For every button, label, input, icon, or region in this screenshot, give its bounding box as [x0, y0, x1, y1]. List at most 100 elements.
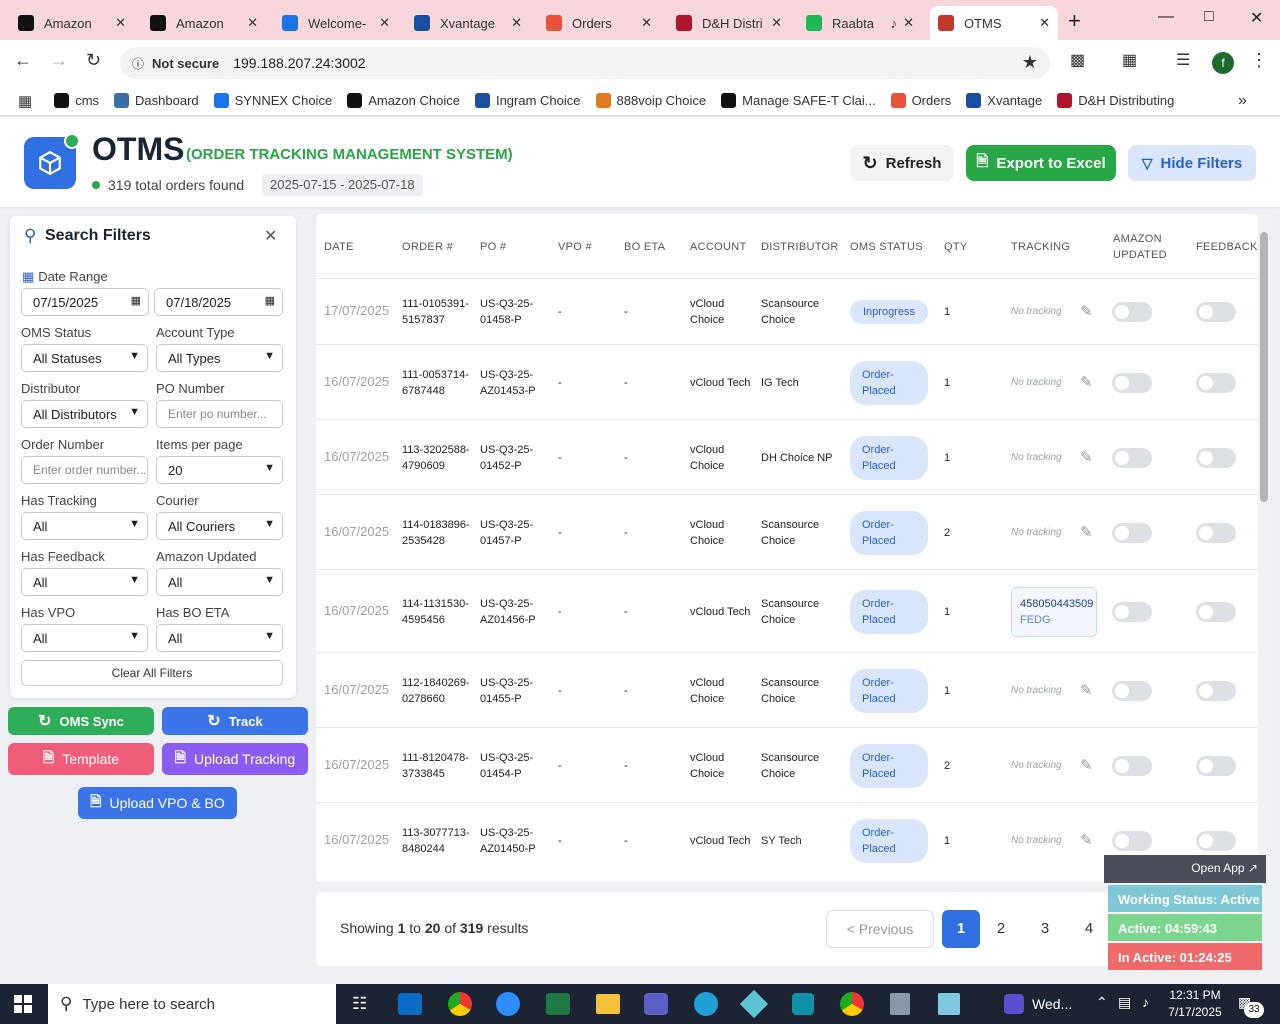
- restore-button[interactable]: □: [1204, 8, 1214, 26]
- column-header[interactable]: QTY: [944, 239, 968, 255]
- table-row[interactable]: 16/07/2025 114-0183896- 2535428 US-Q3-25- …: [316, 494, 1258, 569]
- close-tab-icon[interactable]: ✕: [771, 15, 782, 31]
- outlook-icon[interactable]: [398, 993, 422, 1015]
- bookmark-item[interactable]: Ingram Choice: [474, 93, 581, 108]
- table-row[interactable]: 16/07/2025 111-0053714- 6787448 US-Q3-25- …: [316, 344, 1258, 419]
- column-header[interactable]: VPO #: [558, 239, 592, 255]
- edit-tracking-icon[interactable]: ✎: [1080, 373, 1093, 391]
- page-button[interactable]: 2: [982, 910, 1020, 948]
- scrollbar[interactable]: [1258, 216, 1270, 882]
- distributor-select[interactable]: All Distributors ▼: [21, 400, 148, 428]
- file-explorer-icon[interactable]: [596, 994, 620, 1014]
- amazon-updated-toggle[interactable]: [1112, 302, 1152, 322]
- feedback-toggle[interactable]: [1196, 522, 1236, 543]
- calculator-icon[interactable]: [890, 993, 910, 1015]
- oms-status-select[interactable]: All Statuses ▼: [21, 344, 148, 372]
- browser-tab[interactable]: Xvantage ✕: [406, 6, 530, 40]
- bookmark-item[interactable]: D&H Distributing: [1057, 93, 1174, 108]
- bookmark-item[interactable]: SYNNEX Choice: [213, 93, 332, 108]
- amazon-updated-toggle[interactable]: [1112, 447, 1152, 468]
- page-button[interactable]: 3: [1026, 910, 1064, 948]
- date-to-input[interactable]: 07/18/2025 ▦: [154, 288, 283, 316]
- order-number-input[interactable]: Enter order number...: [21, 456, 148, 484]
- cast-icon[interactable]: ▦: [1122, 50, 1137, 70]
- page-button[interactable]: 4: [1070, 910, 1108, 948]
- close-tab-icon[interactable]: ✕: [1039, 15, 1050, 31]
- date-from-input[interactable]: 07/15/2025 ▦: [21, 288, 149, 316]
- reload-icon[interactable]: ↻: [86, 50, 101, 71]
- bookmark-star-icon[interactable]: ★: [1022, 52, 1038, 73]
- has-bo-eta-select[interactable]: All ▼: [156, 624, 283, 652]
- back-icon[interactable]: ←: [14, 50, 32, 71]
- chrome-icon[interactable]: [840, 992, 864, 1016]
- more-bookmarks-icon[interactable]: »: [1238, 92, 1247, 110]
- upload-tracking-button[interactable]: 🗎 Upload Tracking: [162, 743, 308, 775]
- edit-tracking-icon[interactable]: ✎: [1080, 681, 1093, 699]
- clear-filters-button[interactable]: Clear All Filters: [21, 660, 283, 686]
- close-tab-icon[interactable]: ✕: [115, 15, 126, 31]
- courier-select[interactable]: All Couriers ▼: [156, 512, 283, 540]
- amazon-updated-toggle[interactable]: [1112, 601, 1152, 622]
- browser-tab[interactable]: Welcome- ✕: [274, 6, 398, 40]
- upload-vpo-bo-button[interactable]: 🗎 Upload VPO & BO: [78, 787, 237, 819]
- clock-time[interactable]: 12:31 PM: [1160, 988, 1230, 1002]
- clock-date[interactable]: 7/17/2025: [1160, 1005, 1230, 1019]
- calendar-icon[interactable]: ▦: [265, 294, 275, 307]
- edit-tracking-icon[interactable]: ✎: [1080, 302, 1093, 320]
- bookmark-item[interactable]: Manage SAFE-T Clai...: [721, 93, 876, 108]
- calendar-icon[interactable]: ▦: [131, 294, 141, 307]
- amazon-updated-toggle[interactable]: [1112, 680, 1152, 701]
- previous-page-button[interactable]: < Previous: [826, 910, 934, 948]
- close-filters-icon[interactable]: ✕: [264, 226, 277, 246]
- chrome-icon[interactable]: [448, 992, 472, 1016]
- column-header[interactable]: TRACKING: [1011, 239, 1070, 255]
- taskbar-search-box[interactable]: ⚲ Type here to search: [48, 984, 336, 1024]
- table-row[interactable]: 16/07/2025 112-1840269- 0278660 US-Q3-25- …: [316, 652, 1258, 727]
- hide-filters-button[interactable]: ▽ Hide Filters: [1128, 145, 1256, 181]
- bookmark-item[interactable]: Orders: [890, 93, 951, 108]
- browser-tab[interactable]: Orders ✕: [538, 6, 660, 40]
- excel-icon[interactable]: [546, 993, 570, 1015]
- edit-tracking-icon[interactable]: ✎: [1080, 756, 1093, 774]
- edit-tracking-icon[interactable]: ✎: [1080, 831, 1093, 849]
- bookmark-item[interactable]: Xvantage: [966, 93, 1042, 108]
- scrollbar-thumb[interactable]: [1260, 232, 1268, 502]
- minimize-button[interactable]: —: [1158, 8, 1174, 26]
- has-tracking-select[interactable]: All ▼: [21, 512, 148, 540]
- po-number-input[interactable]: Enter po number...: [156, 400, 283, 428]
- amazon-updated-select[interactable]: All ▼: [156, 568, 283, 596]
- feedback-toggle[interactable]: [1196, 601, 1236, 622]
- column-header[interactable]: DATE: [324, 239, 354, 255]
- tracking-info[interactable]: 458050443509 FEDG: [1011, 586, 1097, 637]
- browser-tab[interactable]: D&H Distri ✕: [668, 6, 790, 40]
- table-row[interactable]: 16/07/2025 113-3202588- 4790609 US-Q3-25- …: [316, 419, 1258, 494]
- browser-tab[interactable]: Amazon ✕: [10, 6, 134, 40]
- oms-sync-button[interactable]: ↻ OMS Sync: [8, 707, 154, 735]
- browser-tab[interactable]: Amazon ✕: [142, 6, 266, 40]
- apps-grid-icon[interactable]: ▦: [18, 92, 32, 110]
- amazon-updated-toggle[interactable]: [1112, 830, 1152, 851]
- close-tab-icon[interactable]: ✕: [511, 15, 522, 31]
- extensions-icon[interactable]: ▩: [1070, 50, 1085, 70]
- table-row[interactable]: 16/07/2025 114-1131530- 4595456 US-Q3-25- …: [316, 569, 1258, 652]
- bookmark-item[interactable]: Dashboard: [114, 93, 199, 108]
- bookmark-item[interactable]: cms: [54, 93, 99, 108]
- zoom-icon[interactable]: [496, 992, 520, 1016]
- edge-icon[interactable]: [694, 992, 718, 1016]
- column-header[interactable]: FEEDBACK: [1196, 239, 1258, 255]
- close-tab-icon[interactable]: ✕: [379, 15, 390, 31]
- column-header[interactable]: DISTRIBUTOR: [761, 239, 839, 255]
- url-text[interactable]: 199.188.207.24:3002: [233, 55, 365, 71]
- browser-tab[interactable]: OTMS ✕: [930, 6, 1058, 40]
- column-header[interactable]: OMS STATUS: [850, 239, 923, 255]
- tracking-number[interactable]: 458050443509: [1020, 596, 1096, 612]
- column-header[interactable]: ORDER #: [402, 239, 453, 255]
- close-window-button[interactable]: ✕: [1250, 8, 1263, 28]
- items-per-page-select[interactable]: 20 ▼: [156, 456, 283, 484]
- edit-tracking-icon[interactable]: ✎: [1080, 523, 1093, 541]
- teams-icon[interactable]: [644, 993, 668, 1015]
- tray-chevron-icon[interactable]: ⌃: [1096, 994, 1108, 1011]
- column-header[interactable]: ACCOUNT: [690, 239, 747, 255]
- omnibox[interactable]: ⓘ Not secure 199.188.207.24:3002 ★: [120, 47, 1050, 79]
- account-type-select[interactable]: All Types ▼: [156, 344, 283, 372]
